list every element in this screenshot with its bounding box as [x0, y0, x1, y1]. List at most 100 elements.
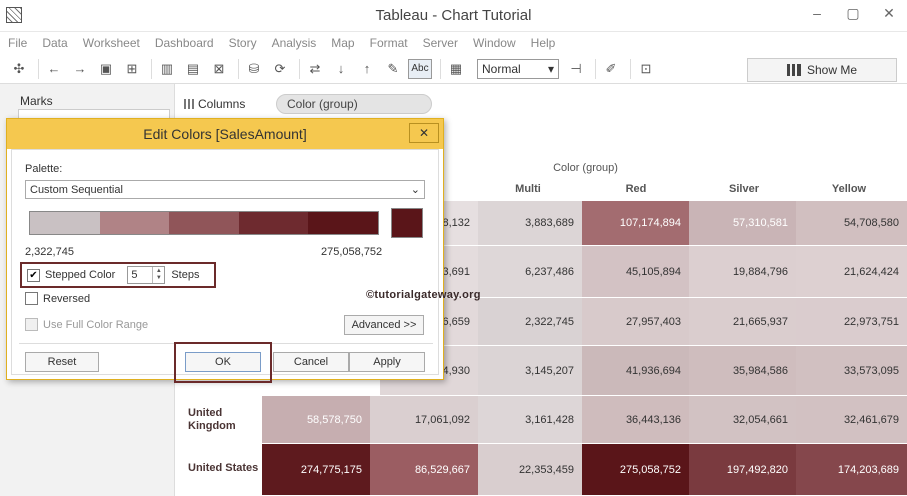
show-me-button[interactable]: Show Me: [747, 58, 897, 82]
full-range-row: Use Full Color Range: [25, 318, 148, 331]
column-header-multi: Multi: [515, 183, 541, 195]
pin-icon[interactable]: ⊣: [565, 59, 587, 79]
table-cell[interactable]: 22,973,751: [796, 298, 907, 346]
save-icon[interactable]: ▣: [95, 59, 117, 79]
table-cell[interactable]: 2,322,745: [478, 298, 582, 346]
table-cell[interactable]: 22,353,459: [478, 444, 582, 496]
menu-story[interactable]: Story: [229, 36, 257, 50]
bar-chart-icon: [786, 64, 801, 76]
full-range-checkbox[interactable]: [25, 318, 38, 331]
presentation-icon[interactable]: ⊡: [635, 59, 657, 79]
refresh-icon[interactable]: ⟳: [269, 59, 291, 79]
table-cell[interactable]: 6,237,486: [478, 246, 582, 298]
table-cell[interactable]: 33,573,095: [796, 346, 907, 396]
table-cell[interactable]: 35,984,586: [689, 346, 796, 396]
ramp-step-2: [99, 212, 170, 234]
table-cell[interactable]: 275,058,752: [582, 444, 689, 496]
reversed-row: Reversed: [25, 292, 90, 305]
sort-descending-icon[interactable]: ↑: [356, 59, 378, 79]
ok-button[interactable]: OK: [185, 352, 261, 372]
window-title: Tableau - Chart Tutorial: [375, 7, 532, 24]
menu-help[interactable]: Help: [531, 36, 556, 50]
table-cell[interactable]: 174,203,689: [796, 444, 907, 496]
columns-label: Columns: [198, 97, 246, 111]
palette-label: Palette:: [25, 163, 63, 175]
steps-stepper[interactable]: 5 ▲ ▼: [127, 266, 166, 284]
show-labels-button[interactable]: Abc: [408, 58, 432, 79]
table-cell[interactable]: 107,174,894: [582, 201, 689, 246]
table-cell[interactable]: 41,936,694: [582, 346, 689, 396]
maximize-button[interactable]: ▢: [835, 0, 871, 26]
table-cell[interactable]: 57,310,581: [689, 201, 796, 246]
table-cell[interactable]: 36,443,136: [582, 396, 689, 444]
ramp-step-1: [30, 212, 100, 234]
database-icon[interactable]: ⛁: [243, 59, 265, 79]
table-cell[interactable]: 21,624,424: [796, 246, 907, 298]
table-cell[interactable]: 21,665,937: [689, 298, 796, 346]
toolbar-separator: [440, 58, 441, 79]
dialog-close-button[interactable]: ✕: [409, 123, 439, 143]
table-cell[interactable]: 86,529,667: [370, 444, 478, 496]
table-cell[interactable]: 58,578,750: [262, 396, 370, 444]
menu-analysis[interactable]: Analysis: [272, 36, 317, 50]
apply-button[interactable]: Apply: [349, 352, 425, 372]
row-header-united-states: United States: [188, 462, 259, 474]
reversed-checkbox[interactable]: [25, 292, 38, 305]
table-cell[interactable]: 32,054,661: [689, 396, 796, 444]
stepped-color-checkbox[interactable]: ✔: [27, 268, 40, 282]
dialog-title-bar[interactable]: Edit Colors [SalesAmount] ✕: [7, 119, 443, 149]
palette-select[interactable]: Custom Sequential ⌄: [25, 180, 425, 199]
steps-value: 5: [131, 269, 138, 281]
reversed-label: Reversed: [43, 292, 91, 305]
table-cell[interactable]: 32,461,679: [796, 396, 907, 444]
stepped-color-row: ✔ Stepped Color 5 ▲ ▼ Steps: [20, 262, 216, 288]
table-cell[interactable]: 3,883,689: [478, 201, 582, 246]
table-cell[interactable]: 19,884,796: [689, 246, 796, 298]
chevron-down-icon: ▾: [547, 61, 554, 76]
menu-map[interactable]: Map: [331, 36, 354, 50]
table-cell[interactable]: 17,061,092: [370, 396, 478, 444]
color-group-pill[interactable]: Color (group): [276, 94, 432, 114]
new-worksheet-icon[interactable]: ▥: [156, 59, 178, 79]
undo-icon[interactable]: ←: [43, 59, 65, 79]
menu-data[interactable]: Data: [42, 36, 67, 50]
new-data-source-icon[interactable]: ⊞: [121, 59, 143, 79]
spin-arrows-icon[interactable]: ▲ ▼: [152, 267, 164, 283]
table-cell[interactable]: 3,145,207: [478, 346, 582, 396]
menu-file[interactable]: File: [8, 36, 27, 50]
table-cell[interactable]: 45,105,894: [582, 246, 689, 298]
swap-icon[interactable]: ⇄: [304, 59, 326, 79]
row-header-united-kingdom: United Kingdom: [188, 407, 236, 432]
menu-server[interactable]: Server: [423, 36, 458, 50]
ramp-max-value: 275,058,752: [321, 246, 383, 258]
clear-sheet-icon[interactable]: ⊠: [208, 59, 230, 79]
menu-window[interactable]: Window: [473, 36, 516, 50]
cancel-button[interactable]: Cancel: [273, 352, 349, 372]
menu-format[interactable]: Format: [370, 36, 408, 50]
color-ramp[interactable]: [29, 211, 379, 235]
tableau-logo-icon[interactable]: ✣: [8, 59, 30, 79]
reset-button[interactable]: Reset: [25, 352, 99, 372]
advanced-button[interactable]: Advanced >>: [344, 315, 424, 335]
menu-worksheet[interactable]: Worksheet: [83, 36, 140, 50]
table-cell[interactable]: 54,708,580: [796, 201, 907, 246]
columns-shelf: Columns Color (group): [176, 90, 907, 118]
menu-dashboard[interactable]: Dashboard: [155, 36, 214, 50]
table-cell[interactable]: 3,161,428: [478, 396, 582, 444]
ramp-min-value: 2,322,745: [25, 246, 74, 258]
redo-icon[interactable]: →: [69, 59, 91, 79]
end-color-swatch[interactable]: [391, 208, 423, 238]
sort-ascending-icon[interactable]: ↓: [330, 59, 352, 79]
close-window-button[interactable]: ✕: [871, 0, 907, 26]
table-cell[interactable]: 27,957,403: [582, 298, 689, 346]
ramp-step-5: [308, 212, 378, 234]
pen-icon[interactable]: ✐: [600, 59, 622, 79]
highlight-icon[interactable]: ✎: [382, 59, 404, 79]
chart-type-icon[interactable]: ▦: [445, 59, 467, 79]
duplicate-sheet-icon[interactable]: ▤: [182, 59, 204, 79]
table-cell[interactable]: 197,492,820: [689, 444, 796, 496]
toolbar-separator: [151, 58, 152, 79]
table-cell[interactable]: 274,775,175: [262, 444, 370, 496]
minimize-button[interactable]: –: [799, 0, 835, 26]
fit-select[interactable]: Normal ▾: [477, 58, 559, 79]
